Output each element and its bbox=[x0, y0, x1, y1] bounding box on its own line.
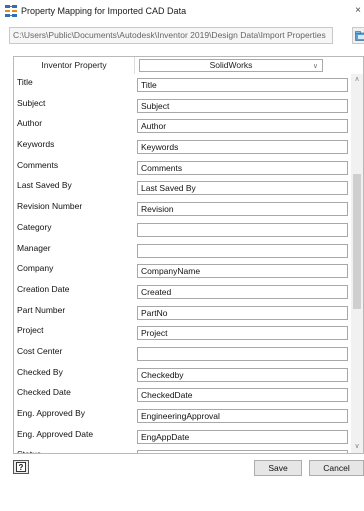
table-row: Company CompanyName bbox=[14, 260, 351, 281]
table-row: Checked Date CheckedDate bbox=[14, 384, 351, 405]
window-title: Property Mapping for Imported CAD Data bbox=[21, 6, 187, 16]
vertical-scrollbar[interactable]: ∧ ∨ bbox=[351, 74, 363, 453]
inventor-property-label: Status bbox=[17, 449, 41, 453]
mapped-property-field[interactable] bbox=[137, 243, 348, 258]
property-mapping-icon bbox=[5, 5, 17, 17]
table-row: Last Saved By Last Saved By bbox=[14, 177, 351, 198]
grid-header: Inventor Property SolidWorks ∨ bbox=[14, 57, 363, 74]
inventor-property-label: Author bbox=[17, 118, 43, 129]
mapped-property-field[interactable]: Project bbox=[137, 326, 348, 341]
help-button[interactable]: ? bbox=[13, 460, 29, 474]
mapped-property-field[interactable]: EngAppDate bbox=[137, 429, 348, 444]
property-mapping-grid: Inventor Property SolidWorks ∨ Title Titl… bbox=[13, 56, 364, 454]
title-bar: Property Mapping for Imported CAD Data × bbox=[0, 0, 364, 22]
inventor-property-label: Title bbox=[17, 77, 33, 87]
mapped-property-field[interactable]: Status bbox=[137, 450, 348, 453]
table-row: Revision Number Revision bbox=[14, 198, 351, 219]
scroll-up-arrow-icon[interactable]: ∧ bbox=[351, 74, 363, 86]
table-row: Eng. Approved Date EngAppDate bbox=[14, 426, 351, 447]
table-row: Comments Comments bbox=[14, 157, 351, 178]
table-row: Subject Subject bbox=[14, 95, 351, 116]
inventor-property-label: Checked By bbox=[17, 366, 63, 377]
table-row: Category bbox=[14, 219, 351, 240]
mapped-property-field[interactable]: Last Saved By bbox=[137, 181, 348, 196]
mapped-property-field[interactable]: CheckedDate bbox=[137, 388, 348, 403]
table-row: Project Project bbox=[14, 322, 351, 343]
help-icon: ? bbox=[16, 462, 26, 472]
import-path-field[interactable]: C:\Users\Public\Documents\Autodesk\Inven… bbox=[9, 27, 333, 44]
inventor-property-label: Creation Date bbox=[17, 283, 70, 294]
table-row: Checked By Checkedby bbox=[14, 364, 351, 385]
browse-button[interactable] bbox=[352, 27, 364, 44]
mapping-rows: Title Title Subject Subject Author Author Keyw… bbox=[14, 74, 351, 453]
inventor-property-label: Cost Center bbox=[17, 345, 63, 356]
table-row: Keywords Keywords bbox=[14, 136, 351, 157]
table-row: Status Status bbox=[14, 446, 351, 453]
scroll-down-arrow-icon[interactable]: ∨ bbox=[351, 441, 363, 453]
mapped-property-field[interactable] bbox=[137, 222, 348, 237]
inventor-property-label: Keywords bbox=[17, 139, 55, 150]
inventor-property-label: Manager bbox=[17, 242, 51, 253]
table-row: Cost Center bbox=[14, 343, 351, 364]
close-button[interactable]: × bbox=[352, 3, 364, 19]
mapped-property-field[interactable]: Comments bbox=[137, 160, 348, 175]
mapped-property-field[interactable]: PartNo bbox=[137, 305, 348, 320]
save-button[interactable]: Save bbox=[254, 460, 302, 476]
table-row: Author Author bbox=[14, 115, 351, 136]
inventor-property-label: Checked Date bbox=[17, 387, 71, 398]
inventor-property-label: Comments bbox=[17, 159, 59, 170]
mapped-property-field[interactable]: Subject bbox=[137, 98, 348, 113]
mapped-property-field[interactable]: Created bbox=[137, 284, 348, 299]
table-row: Creation Date Created bbox=[14, 281, 351, 302]
mapped-property-field[interactable]: Title bbox=[137, 78, 348, 92]
inventor-property-label: Last Saved By bbox=[17, 180, 72, 191]
column-header-inventor-property: Inventor Property bbox=[14, 57, 135, 74]
mapped-property-field[interactable]: CompanyName bbox=[137, 264, 348, 279]
table-row: Title Title bbox=[14, 74, 351, 95]
mapped-property-field[interactable]: Author bbox=[137, 119, 348, 134]
table-row: Part Number PartNo bbox=[14, 302, 351, 323]
table-row: Eng. Approved By EngineeringApproval bbox=[14, 405, 351, 426]
scroll-thumb[interactable] bbox=[353, 174, 361, 309]
cancel-button[interactable]: Cancel bbox=[309, 460, 364, 476]
inventor-property-label: Eng. Approved Date bbox=[17, 428, 94, 439]
mapped-property-field[interactable]: Revision bbox=[137, 202, 348, 217]
inventor-property-label: Category bbox=[17, 221, 52, 232]
mapped-property-field[interactable]: Keywords bbox=[137, 140, 348, 155]
source-format-dropdown[interactable]: SolidWorks ∨ bbox=[139, 59, 323, 72]
inventor-property-label: Part Number bbox=[17, 304, 66, 315]
source-format-value: SolidWorks bbox=[209, 60, 253, 70]
inventor-property-label: Subject bbox=[17, 97, 46, 108]
chevron-down-icon: ∨ bbox=[312, 63, 318, 70]
inventor-property-label: Eng. Approved By bbox=[17, 408, 86, 418]
inventor-property-label: Company bbox=[17, 263, 54, 274]
mapped-property-field[interactable]: Checkedby bbox=[137, 367, 348, 382]
inventor-property-label: Project bbox=[17, 325, 44, 336]
inventor-property-label: Revision Number bbox=[17, 201, 83, 212]
browse-folder-icon bbox=[355, 31, 364, 41]
mapped-property-field[interactable]: EngineeringApproval bbox=[137, 409, 348, 423]
table-row: Manager bbox=[14, 240, 351, 261]
mapped-property-field[interactable] bbox=[137, 346, 348, 361]
